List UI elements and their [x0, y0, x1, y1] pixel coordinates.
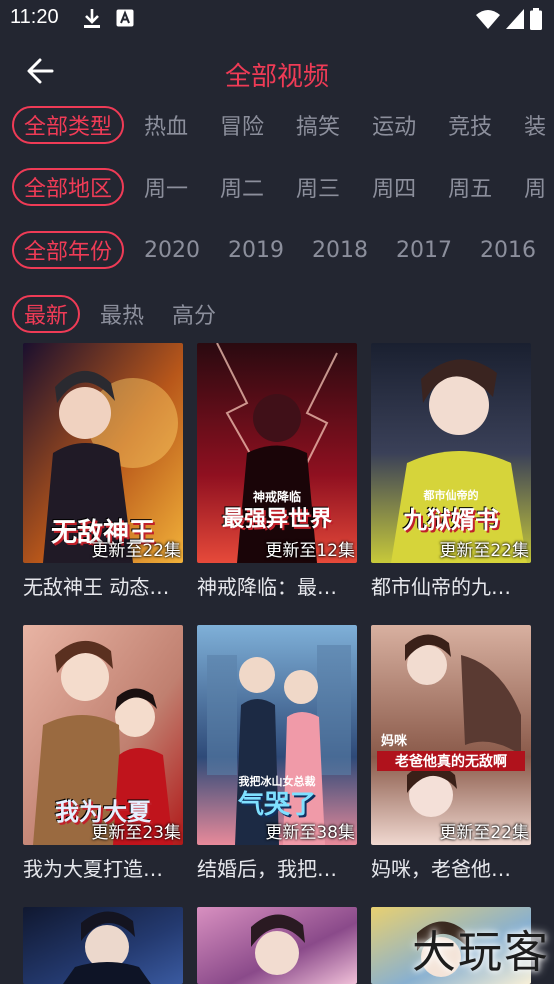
chip-year[interactable]: 2017: [386, 231, 462, 269]
video-card[interactable]: [197, 907, 357, 984]
status-time: 11:20: [10, 6, 59, 28]
chip-region[interactable]: 周四: [362, 168, 426, 206]
chip-sort-latest[interactable]: 最新: [12, 295, 81, 333]
signal-icon: [506, 9, 524, 29]
episode-badge: 更新至12集: [265, 541, 355, 561]
video-poster[interactable]: [23, 907, 183, 984]
filter-row-type: 全部类型 热血 冒险 搞笑 运动 竞技 装: [0, 103, 554, 147]
chip-type[interactable]: 运动: [362, 106, 426, 144]
chip-region-all[interactable]: 全部地区: [12, 168, 125, 206]
video-card[interactable]: 妈咪 老爸他真的无敌啊 更新至22集 妈咪，老爸他…: [371, 625, 531, 882]
chip-type[interactable]: 冒险: [210, 106, 274, 144]
video-card[interactable]: 我为大夏 更新至23集 我为大夏打造…: [23, 625, 183, 882]
video-poster[interactable]: 妈咪 老爸他真的无敌啊 更新至22集: [371, 625, 531, 845]
video-poster[interactable]: 神戒降临 最强异世界 更新至12集: [197, 343, 357, 563]
header: 全部视频: [0, 44, 554, 98]
battery-icon: [530, 8, 542, 30]
chip-type[interactable]: 搞笑: [286, 106, 350, 144]
video-poster[interactable]: 都市仙帝的 九狱婿书 更新至22集: [371, 343, 531, 563]
video-card[interactable]: 神戒降临 最强异世界 更新至12集 神戒降临：最…: [197, 343, 357, 600]
watermark-logo: 大玩客: [412, 927, 550, 978]
video-card[interactable]: [23, 907, 183, 984]
chip-region[interactable]: 周五: [438, 168, 502, 206]
poster-cover-text: 最强异世界: [221, 507, 332, 532]
poster-cover-text: 九狱婿书: [403, 506, 499, 534]
chip-type[interactable]: 竞技: [438, 106, 502, 144]
video-title[interactable]: 都市仙帝的九…: [371, 571, 531, 600]
video-card[interactable]: 我把冰山女总裁 气哭了 更新至38集 结婚后，我把…: [197, 625, 357, 882]
chip-sort-rating[interactable]: 高分: [162, 295, 226, 333]
filter-row-year: 全部年份 2020 2019 2018 2017 2016: [0, 228, 554, 272]
video-poster[interactable]: 无敌神王 更新至22集: [23, 343, 183, 563]
filter-row-region: 全部地区 周一 周二 周三 周四 周五 周: [0, 165, 554, 209]
video-card[interactable]: 无敌神王 更新至22集 无敌神王 动态…: [23, 343, 183, 600]
video-title[interactable]: 无敌神王 动态…: [23, 571, 183, 600]
chip-year[interactable]: 2019: [218, 231, 294, 269]
episode-badge: 更新至23集: [91, 823, 181, 843]
page-title: 全部视频: [224, 62, 329, 92]
chip-type[interactable]: 装: [514, 106, 554, 144]
episode-badge: 更新至22集: [439, 541, 529, 561]
video-poster[interactable]: 我为大夏 更新至23集: [23, 625, 183, 845]
status-bar: 11:20: [0, 0, 554, 38]
chip-region[interactable]: 周三: [286, 168, 350, 206]
video-title[interactable]: 妈咪，老爸他…: [371, 853, 531, 882]
chip-type-all[interactable]: 全部类型: [12, 106, 125, 144]
chip-year[interactable]: 2016: [470, 231, 546, 269]
episode-badge: 更新至38集: [265, 823, 355, 843]
episode-badge: 更新至22集: [439, 823, 529, 843]
chip-sort-hottest[interactable]: 最热: [90, 295, 154, 333]
video-title[interactable]: 我为大夏打造…: [23, 853, 183, 882]
chip-region[interactable]: 周二: [210, 168, 274, 206]
chip-region[interactable]: 周: [514, 168, 554, 206]
video-card[interactable]: 都市仙帝的 九狱婿书 更新至22集 都市仙帝的九…: [371, 343, 531, 600]
chip-year[interactable]: 2018: [302, 231, 378, 269]
chip-region[interactable]: 周一: [134, 168, 198, 206]
filter-row-sort: 最新 最热 高分: [0, 292, 554, 336]
video-poster[interactable]: [197, 907, 357, 984]
chip-type[interactable]: 热血: [134, 106, 198, 144]
video-poster[interactable]: 我把冰山女总裁 气哭了 更新至38集: [197, 625, 357, 845]
poster-cover-subtext: 妈咪: [381, 734, 408, 749]
app-notification-icon: [116, 9, 134, 27]
video-title[interactable]: 神戒降临：最…: [197, 571, 357, 600]
wifi-icon: [476, 10, 500, 29]
download-icon: [84, 9, 100, 28]
poster-cover-text: 气哭了: [237, 790, 316, 820]
poster-cover-text: 老爸他真的无敌啊: [377, 751, 525, 771]
video-title[interactable]: 结婚后，我把…: [197, 853, 357, 882]
episode-badge: 更新至22集: [91, 541, 181, 561]
chip-year-all[interactable]: 全部年份: [12, 231, 125, 269]
chip-year[interactable]: 2020: [134, 231, 210, 269]
